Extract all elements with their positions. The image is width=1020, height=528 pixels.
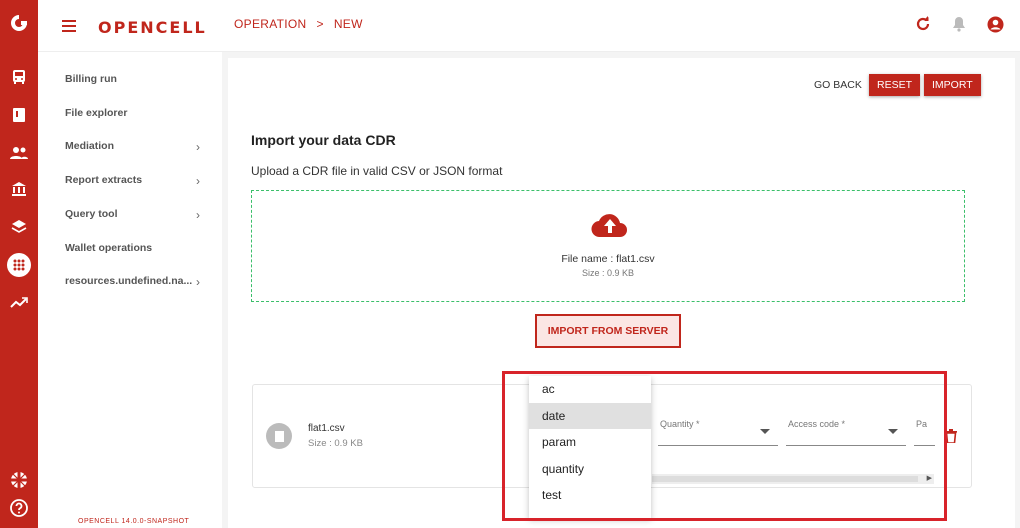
- sidebar-item-label: File explorer: [65, 107, 128, 119]
- logo-icon[interactable]: [0, 10, 38, 36]
- field-label: Pa: [916, 419, 928, 429]
- cloud-upload-icon: [591, 214, 627, 238]
- left-rail: [0, 0, 38, 528]
- sidebar-item-label: Mediation: [65, 140, 114, 152]
- sidebar-item-label: resources.undefined.na...: [65, 275, 193, 287]
- param-select[interactable]: Pa: [914, 414, 935, 446]
- footer-version: OPENCELL 14.0.0-SNAPSHOT: [78, 518, 190, 525]
- sidebar-item-billing-run[interactable]: Billing run: [65, 73, 200, 85]
- bell-icon[interactable]: [950, 15, 968, 33]
- page-subtitle: Upload a CDR file in valid CSV or JSON f…: [251, 164, 503, 178]
- brand-logo[interactable]: OPENCELL: [98, 18, 207, 37]
- access-code-select[interactable]: Access code *: [786, 414, 906, 446]
- book-icon[interactable]: [0, 102, 38, 128]
- users-icon[interactable]: [0, 140, 38, 166]
- scrollbar-thumb[interactable]: [652, 476, 918, 482]
- sidebar-item-report-extracts[interactable]: Report extracts ›: [65, 174, 200, 188]
- sidebar-item-file-explorer[interactable]: File explorer: [65, 107, 200, 119]
- reset-button[interactable]: RESET: [869, 74, 921, 96]
- breadcrumb: OPERATION > NEW: [234, 17, 363, 31]
- breadcrumb-separator: >: [316, 17, 324, 31]
- breadcrumb-item-new: NEW: [333, 17, 363, 31]
- quantity-select[interactable]: Quantity *: [658, 414, 778, 446]
- file-dropzone[interactable]: File name : flat1.csv Size : 0.9 KB: [251, 190, 965, 302]
- file-card-name: flat1.csv: [308, 423, 345, 434]
- delete-icon[interactable]: [945, 429, 957, 444]
- field-label: Quantity *: [660, 419, 700, 429]
- sidebar-item-mediation[interactable]: Mediation ›: [65, 140, 200, 154]
- bus-icon[interactable]: [0, 64, 38, 90]
- layers-icon[interactable]: [0, 214, 38, 240]
- help-icon[interactable]: [0, 495, 38, 521]
- bank-icon[interactable]: [0, 176, 38, 202]
- field-label: Access code *: [788, 419, 846, 429]
- sidebar-item-label: Query tool: [65, 208, 118, 220]
- file-card-size: Size : 0.9 KB: [308, 438, 363, 449]
- dropdown-option-ac[interactable]: ac: [529, 376, 651, 403]
- page-title: Import your data CDR: [251, 132, 396, 148]
- chevron-right-icon: ›: [196, 174, 200, 188]
- chevron-right-icon: ›: [196, 275, 200, 289]
- import-button[interactable]: IMPORT: [924, 74, 981, 96]
- dropzone-file-size: Size : 0.9 KB: [581, 268, 635, 278]
- dropdown-option-date[interactable]: date: [529, 402, 651, 429]
- sidebar-item-label: Report extracts: [65, 174, 143, 186]
- sidebar-item-label: Wallet operations: [65, 242, 153, 254]
- refresh-icon[interactable]: [914, 15, 932, 33]
- chevron-right-icon: ›: [196, 208, 200, 222]
- top-bar: OPENCELL OPERATION > NEW: [38, 0, 1020, 52]
- file-icon: [266, 423, 292, 449]
- flag-uk-icon[interactable]: [0, 467, 38, 493]
- account-icon[interactable]: [986, 15, 1004, 33]
- sidebar-item-resources[interactable]: resources.undefined.na... ›: [65, 275, 200, 289]
- side-nav: Billing run File explorer Mediation › Rep…: [38, 52, 222, 528]
- dropdown-option-param[interactable]: param: [529, 429, 651, 456]
- mediation-icon[interactable]: [0, 252, 38, 278]
- import-from-server-button[interactable]: IMPORT FROM SERVER: [535, 314, 681, 348]
- sidebar-item-query-tool[interactable]: Query tool ›: [65, 208, 200, 222]
- menu-icon[interactable]: [62, 20, 76, 32]
- dropdown-option-test[interactable]: test: [529, 482, 651, 509]
- dropdown-option-quantity[interactable]: quantity: [529, 456, 651, 483]
- chevron-right-icon: ›: [196, 140, 200, 154]
- go-back-button[interactable]: GO BACK: [806, 74, 870, 96]
- sidebar-item-wallet-operations[interactable]: Wallet operations: [65, 242, 200, 254]
- caret-down-icon: [888, 429, 898, 434]
- dropzone-file-name: File name : flat1.csv: [561, 253, 655, 265]
- caret-down-icon: [760, 429, 770, 434]
- horizontal-scrollbar[interactable]: ▶: [652, 474, 934, 484]
- trending-up-icon[interactable]: [0, 290, 38, 316]
- sidebar-item-label: Billing run: [65, 73, 117, 85]
- column-mapping-dropdown: ac date param quantity test: [529, 376, 651, 518]
- breadcrumb-item-operation[interactable]: OPERATION: [234, 17, 307, 31]
- scroll-right-icon[interactable]: ▶: [927, 474, 932, 482]
